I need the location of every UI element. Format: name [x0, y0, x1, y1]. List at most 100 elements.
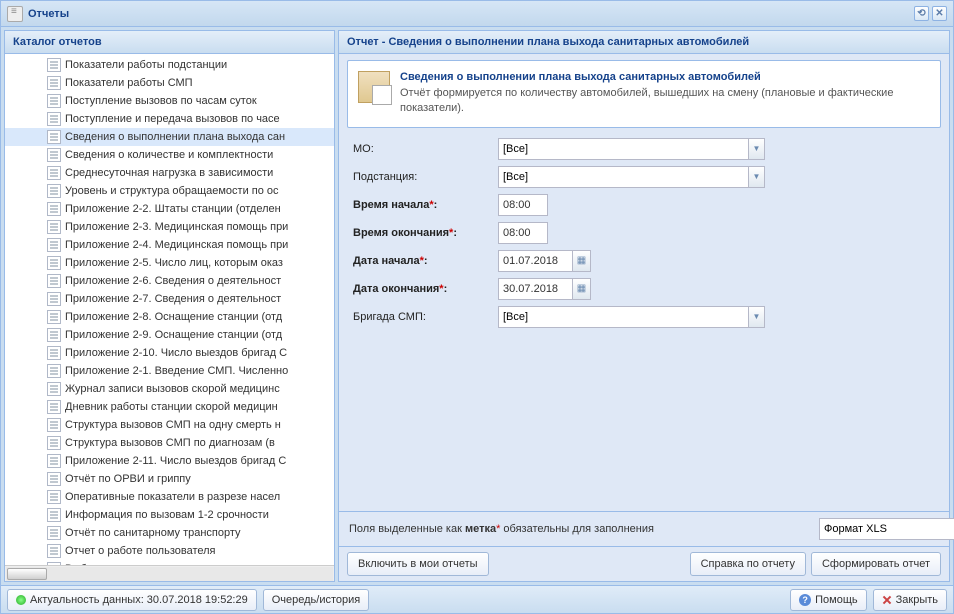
- tree-item-label: Приложение 2-2. Штаты станции (отделен: [65, 203, 281, 215]
- tree-item[interactable]: Среднесуточная нагрузка в зависимости: [5, 164, 334, 182]
- close-button[interactable]: Закрыть: [873, 589, 947, 611]
- combo-format[interactable]: ▼: [819, 518, 939, 540]
- tree-item[interactable]: Показатели работы СМП: [5, 74, 334, 92]
- tree-item-label: Отчёт по санитарному транспорту: [65, 527, 241, 539]
- tree-item[interactable]: Приложение 2-2. Штаты станции (отделен: [5, 200, 334, 218]
- tree-item[interactable]: Приложение 2-10. Число выездов бригад С: [5, 344, 334, 362]
- desc-body: Отчёт формируется по количеству автомоби…: [400, 86, 930, 117]
- chevron-down-icon[interactable]: ▼: [748, 138, 765, 160]
- tree-item[interactable]: Приложение 2-9. Оснащение станции (отд: [5, 326, 334, 344]
- file-icon: [47, 166, 61, 180]
- input-brigade[interactable]: [498, 306, 748, 328]
- input-time-end[interactable]: [498, 222, 548, 244]
- label-date-start: Дата начала*:: [353, 255, 498, 267]
- tree-item-label: Приложение 2-7. Сведения о деятельност: [65, 293, 281, 305]
- calendar-icon[interactable]: ▦: [573, 278, 591, 300]
- report-header: Отчет - Сведения о выполнении плана выхо…: [339, 31, 949, 54]
- tree-item-label: Дневник работы станции скорой медицин: [65, 401, 278, 413]
- label-brigade: Бригада СМП:: [353, 311, 498, 323]
- tree-item[interactable]: Приложение 2-8. Оснащение станции (отд: [5, 308, 334, 326]
- restore-icon[interactable]: ⟲: [914, 6, 929, 21]
- tree-item-label: Отчет о работе пользователя: [65, 545, 216, 557]
- input-time-start[interactable]: [498, 194, 548, 216]
- tree-item-label: Уровень и структура обращаемости по ос: [65, 185, 279, 197]
- tree-item[interactable]: Отчёт по санитарному транспорту: [5, 524, 334, 542]
- tree-item[interactable]: Поступление и передача вызовов по часе: [5, 110, 334, 128]
- tree-item[interactable]: Дневник работы станции скорой медицин: [5, 398, 334, 416]
- queue-history-button[interactable]: Очередь/история: [263, 589, 370, 611]
- tree-item[interactable]: Приложение 2-5. Число лиц, которым оказ: [5, 254, 334, 272]
- tree-item-label: Приложение 2-1. Введение СМП. Численно: [65, 365, 288, 377]
- label-mo: МО:: [353, 143, 498, 155]
- file-icon: [47, 256, 61, 270]
- window-header: Отчеты ⟲ ✕: [1, 1, 953, 27]
- combo-brigade[interactable]: ▼: [498, 306, 765, 328]
- close-window-icon[interactable]: ✕: [932, 6, 947, 21]
- tree-item[interactable]: Поступление вызовов по часам суток: [5, 92, 334, 110]
- generate-button[interactable]: Сформировать отчет: [811, 552, 941, 576]
- include-button[interactable]: Включить в мои отчеты: [347, 552, 489, 576]
- file-icon: [47, 292, 61, 306]
- tree-item-label: Журнал записи вызовов скорой медицинс: [65, 383, 280, 395]
- tree-item-label: Структура вызовов СМП по диагнозам (в: [65, 437, 275, 449]
- tree-item[interactable]: Сведения о количестве и комплектности: [5, 146, 334, 164]
- tree-item[interactable]: Приложение 2-6. Сведения о деятельност: [5, 272, 334, 290]
- chevron-down-icon[interactable]: ▼: [748, 166, 765, 188]
- combo-mo[interactable]: ▼: [498, 138, 765, 160]
- label-time-end: Время окончания*:: [353, 227, 498, 239]
- tree-item-label: Приложение 2-10. Число выездов бригад С: [65, 347, 287, 359]
- tree-item[interactable]: Структура вызовов СМП по диагнозам (в: [5, 434, 334, 452]
- chevron-down-icon[interactable]: ▼: [748, 306, 765, 328]
- tree-item[interactable]: Журнал записи вызовов скорой медицинс: [5, 380, 334, 398]
- combo-substation[interactable]: ▼: [498, 166, 765, 188]
- tree-item[interactable]: Приложение 2-1. Введение СМП. Численно: [5, 362, 334, 380]
- input-format[interactable]: [819, 518, 954, 540]
- file-icon: [47, 76, 61, 90]
- file-icon: [47, 490, 61, 504]
- horizontal-scrollbar[interactable]: [5, 565, 334, 581]
- window-title: Отчеты: [28, 8, 69, 20]
- tree-item[interactable]: Отчёт по ОРВИ и гриппу: [5, 470, 334, 488]
- tree-item[interactable]: Приложение 2-3. Медицинская помощь при: [5, 218, 334, 236]
- input-substation[interactable]: [498, 166, 748, 188]
- tree-item[interactable]: Приложение 2-4. Медицинская помощь при: [5, 236, 334, 254]
- input-mo[interactable]: [498, 138, 748, 160]
- report-description: Сведения о выполнении плана выхода санит…: [347, 60, 941, 128]
- tree-item-label: Структура вызовов СМП на одну смерть н: [65, 419, 281, 431]
- tree-item[interactable]: Показатели работы подстанции: [5, 56, 334, 74]
- file-icon: [47, 184, 61, 198]
- tree-item-label: Поступление и передача вызовов по часе: [65, 113, 280, 125]
- tree-item-label: Поступление вызовов по часам суток: [65, 95, 257, 107]
- file-icon: [47, 436, 61, 450]
- tree-item-label: Приложение 2-9. Оснащение станции (отд: [65, 329, 282, 341]
- tree-item[interactable]: Приложение 2-7. Сведения о деятельност: [5, 290, 334, 308]
- reports-window: Отчеты ⟲ ✕ Каталог отчетов Показатели ра…: [0, 0, 954, 614]
- file-icon: [47, 202, 61, 216]
- tree-item[interactable]: Отчет о работе пользователя: [5, 542, 334, 560]
- file-icon: [47, 508, 61, 522]
- window-icon: [7, 6, 23, 22]
- catalog-panel: Каталог отчетов Показатели работы подста…: [4, 30, 335, 582]
- report-tree[interactable]: Показатели работы подстанцииПоказатели р…: [5, 54, 334, 565]
- tree-item[interactable]: Приложение 2-11. Число выездов бригад С: [5, 452, 334, 470]
- file-icon: [47, 238, 61, 252]
- input-date-start[interactable]: [498, 250, 573, 272]
- tree-item[interactable]: Структура вызовов СМП на одну смерть н: [5, 416, 334, 434]
- file-icon: [47, 220, 61, 234]
- input-date-end[interactable]: [498, 278, 573, 300]
- tree-item-label: Приложение 2-4. Медицинская помощь при: [65, 239, 288, 251]
- tree-item[interactable]: Оперативные показатели в разрезе насел: [5, 488, 334, 506]
- calendar-icon[interactable]: ▦: [573, 250, 591, 272]
- data-freshness-button[interactable]: Актуальность данных: 30.07.2018 19:52:29: [7, 589, 257, 611]
- file-icon: [47, 526, 61, 540]
- help-button[interactable]: ? Помощь: [790, 589, 867, 611]
- tree-item[interactable]: Информация по вызовам 1-2 срочности: [5, 506, 334, 524]
- file-icon: [47, 328, 61, 342]
- file-icon: [47, 364, 61, 378]
- tree-item[interactable]: Сведения о выполнении плана выхода сан: [5, 128, 334, 146]
- file-icon: [47, 58, 61, 72]
- tree-item[interactable]: Уровень и структура обращаемости по ос: [5, 182, 334, 200]
- tree-item-label: Приложение 2-5. Число лиц, которым оказ: [65, 257, 283, 269]
- report-help-button[interactable]: Справка по отчету: [690, 552, 806, 576]
- tree-item-label: Отчёт по ОРВИ и гриппу: [65, 473, 191, 485]
